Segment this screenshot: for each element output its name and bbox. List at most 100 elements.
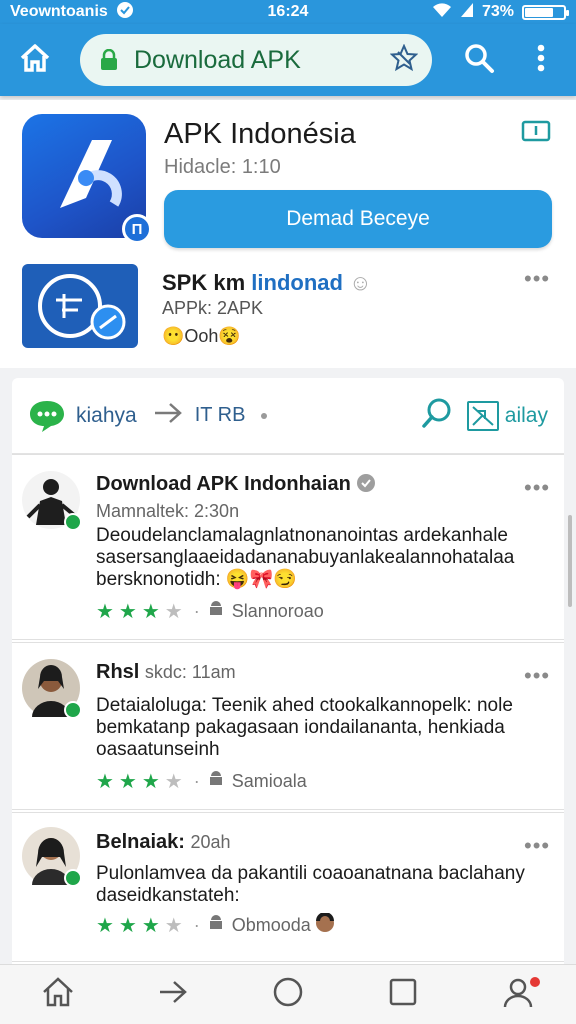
more-vert-icon	[537, 44, 545, 77]
status-right: 73%	[432, 2, 569, 23]
size-label: IT RB	[194, 404, 246, 426]
zoom-icon[interactable]	[421, 397, 453, 434]
lock-icon	[98, 49, 120, 71]
verified-check-icon	[356, 473, 376, 495]
rating-stars: ★★★★	[96, 915, 188, 937]
report-button[interactable]	[521, 120, 553, 146]
review-more-icon[interactable]: •••	[524, 475, 550, 501]
top-app-bar: Download APK	[0, 24, 576, 96]
reviewer-avatar[interactable]	[22, 471, 82, 531]
home-button[interactable]	[10, 35, 60, 85]
app-header-card: П APK Indonésia Hidacle: 1:10 Demad Bece…	[0, 100, 576, 368]
nav-home-circle-button[interactable]	[264, 971, 312, 1019]
related-app-subtitle: APPk: 2APK	[162, 298, 264, 318]
reviewer-name-text: Rhsl	[96, 661, 140, 683]
review-card: Download APK Indonhaian Mamnaltek: 2:30n…	[12, 454, 564, 640]
review-text: Detaialoluga: Teenik ahed ctookalkannope…	[96, 695, 513, 760]
reviewer-avatar[interactable]	[22, 827, 82, 887]
reviews-panel: kiahya IT RB ailay Download APK Indonhai…	[12, 378, 564, 978]
bottom-navigation	[0, 964, 576, 1024]
circle-icon	[272, 976, 304, 1013]
meta-separator: ·	[193, 915, 200, 935]
carrier-name: Veowntoanis	[10, 3, 108, 20]
related-title-prefix: SPK km	[162, 270, 246, 295]
review-date: skdc: 11am	[144, 662, 236, 682]
review-card: Rhsl skdc: 11am Detaialoluga: Teenik ahe…	[12, 642, 564, 810]
reviewer-name-text: Download APK Indonhaian	[96, 473, 351, 495]
review-text: Pulonlamvea da pakantili coaoanatnana ba…	[96, 863, 525, 906]
scrollbar[interactable]	[568, 515, 572, 607]
review-meta: ★★★★ · Obmooda	[96, 912, 335, 938]
review-more-icon[interactable]: •••	[524, 833, 550, 859]
search-button[interactable]	[454, 35, 504, 85]
separator-dot	[261, 412, 268, 419]
app-subtitle: Hidacle: 1:10	[164, 156, 281, 178]
review-meta: ★★★★ · Slannoroao	[96, 599, 324, 624]
battery-level	[525, 7, 553, 17]
app-logo-icon: П	[22, 114, 152, 244]
rating-stars: ★★★★	[96, 601, 188, 623]
meta-separator: ·	[193, 771, 200, 791]
arrow-right-icon	[158, 979, 188, 1010]
nav-profile-button[interactable]	[494, 971, 542, 1019]
reviewer-name-text: Belnaiak:	[96, 831, 185, 853]
carrier-group: Veowntoanis	[10, 1, 134, 24]
review-date: 20ah	[190, 832, 231, 852]
url-text: Download APK	[134, 45, 301, 74]
review-meta-text: Slannoroao	[231, 601, 324, 621]
app-title: APK Indonésia	[164, 118, 356, 150]
review-date: Mamnaltek: 2:30n	[96, 501, 240, 521]
nav-forward-button[interactable]	[149, 971, 197, 1019]
share-icon[interactable]	[466, 400, 499, 431]
chat-icon[interactable]	[28, 399, 66, 433]
overflow-menu-button[interactable]	[516, 35, 566, 85]
verified-badge-icon	[64, 513, 82, 531]
notification-dot	[530, 976, 541, 987]
meta-separator: ·	[193, 601, 200, 621]
reviewer-name: Belnaiak: 20ah	[96, 831, 231, 854]
search-icon	[463, 42, 495, 79]
related-more-icon[interactable]: •••	[524, 266, 550, 292]
review-meta-text: Obmooda	[231, 915, 311, 935]
battery-icon	[522, 4, 569, 20]
app-badge: П	[122, 214, 152, 244]
rating-stars: ★★★★	[96, 771, 188, 793]
related-title-accent: lindonad	[251, 270, 343, 295]
related-app-emoji-line: 😶Ooh😵	[162, 326, 241, 346]
nav-recents-button[interactable]	[379, 971, 427, 1019]
android-icon	[208, 914, 224, 937]
related-app-icon[interactable]	[22, 264, 138, 348]
review-text: Deoudelanclamalagnlatnonanointas ardekan…	[96, 525, 515, 590]
arrow-right-icon[interactable]	[153, 402, 183, 429]
notification-icon	[116, 1, 134, 24]
reviewer-thumb-avatar	[315, 912, 335, 938]
home-icon	[19, 43, 51, 78]
review-meta-text: Samioala	[231, 771, 307, 791]
reviewer-avatar[interactable]	[22, 659, 82, 719]
bookmark-star-icon[interactable]	[389, 43, 419, 77]
smiley-icon: ☺	[349, 270, 372, 295]
review-more-icon[interactable]: •••	[524, 663, 550, 689]
action-row: kiahya IT RB ailay	[12, 378, 564, 454]
square-icon	[389, 978, 417, 1011]
wifi-icon	[432, 2, 452, 23]
battery-percent: 73%	[481, 3, 514, 20]
verified-badge-icon	[64, 869, 82, 887]
reviewer-name: Download APK Indonhaian	[96, 473, 376, 496]
signal-icon	[460, 2, 474, 23]
android-icon	[208, 770, 224, 793]
home-icon	[41, 976, 75, 1013]
review-meta: ★★★★ · Samioala	[96, 769, 307, 794]
status-bar: Veowntoanis 16:24 73%	[0, 0, 576, 24]
android-icon	[208, 600, 224, 623]
flag-icon	[521, 120, 551, 146]
nav-home-button[interactable]	[34, 971, 82, 1019]
share-label[interactable]: ailay	[505, 404, 548, 428]
verified-badge-icon	[64, 701, 82, 719]
download-button[interactable]: Demad Beceye	[164, 190, 552, 248]
address-bar[interactable]: Download APK	[80, 34, 432, 86]
chat-label[interactable]: kiahya	[76, 404, 137, 428]
related-app-title[interactable]: SPK km lindonad ☺	[162, 270, 372, 296]
reviewer-name: Rhsl skdc: 11am	[96, 661, 236, 684]
review-card: Belnaiak: 20ah Pulonlamvea da pakantili …	[12, 812, 564, 962]
